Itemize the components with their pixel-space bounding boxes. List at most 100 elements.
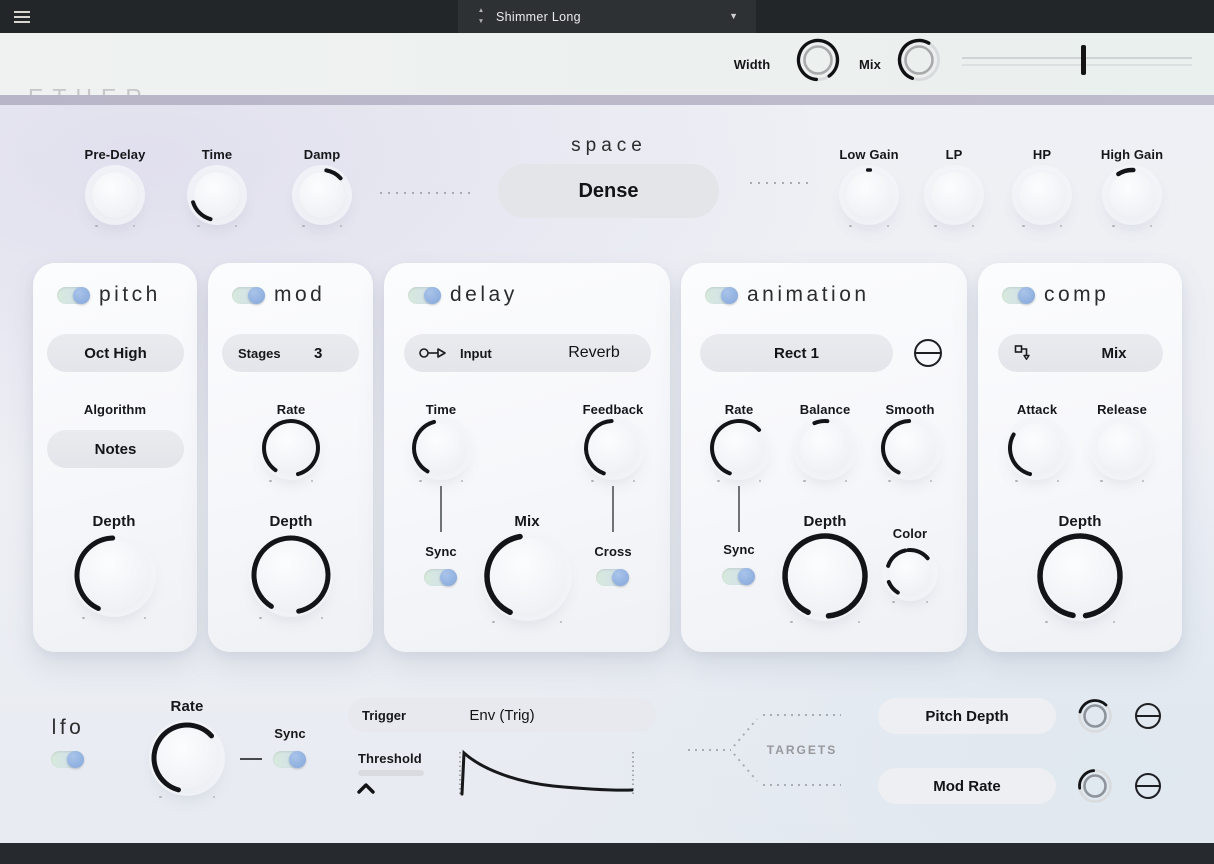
animation-rate-knob[interactable]	[714, 423, 764, 473]
envelope-display	[455, 744, 640, 800]
mod-stages-selector[interactable]: Stages 3	[222, 334, 359, 372]
animation-card-title: animation	[747, 283, 870, 307]
comp-attack-label: Attack	[997, 402, 1077, 417]
reverb-time-knob[interactable]	[194, 172, 240, 218]
pitch-interval-selector[interactable]: Oct High	[47, 334, 184, 372]
rate-sync-dash	[240, 758, 262, 760]
animation-sync-label: Sync	[699, 542, 779, 557]
threshold-slider[interactable]	[358, 770, 424, 776]
lfo-trigger-selector[interactable]: Trigger Env (Trig)	[348, 698, 656, 732]
animation-depth-knob[interactable]	[787, 538, 863, 614]
slider-handle[interactable]	[1081, 45, 1086, 75]
predelay-knob[interactable]	[92, 172, 138, 218]
pitch-depth-knob[interactable]	[79, 540, 149, 610]
mod-card: mod Stages 3 Rate Depth	[208, 263, 373, 652]
delay-input-value: Reverb	[554, 344, 634, 362]
signal-route-icon	[418, 346, 448, 360]
trigger-label: Trigger	[362, 708, 406, 723]
mod-depth-knob[interactable]	[256, 540, 326, 610]
lfo-sync-toggle[interactable]	[273, 751, 306, 768]
low-gain-knob[interactable]	[846, 172, 892, 218]
lfo-target-2-selector[interactable]: Mod Rate	[878, 768, 1056, 804]
delay-card: delay Input Reverb Time Feedback Mix Syn…	[384, 263, 670, 652]
pitch-algorithm-selector[interactable]: Notes	[47, 430, 184, 468]
lfo-rate-label: Rate	[147, 698, 227, 715]
comp-card-title: comp	[1044, 283, 1109, 307]
delay-enable-toggle[interactable]	[408, 287, 441, 304]
time-label: Time	[187, 147, 247, 162]
animation-color-knob[interactable]	[889, 552, 931, 594]
target-2-value: Mod Rate	[933, 778, 1001, 795]
comp-route-icon	[1014, 344, 1032, 362]
preset-prev-next-spinner[interactable]: ▲ ▼	[476, 5, 486, 27]
pitch-depth-label: Depth	[74, 513, 154, 530]
animation-bypass-icon[interactable]	[914, 339, 942, 367]
mod-enable-toggle[interactable]	[232, 287, 265, 304]
animation-depth-label: Depth	[785, 513, 865, 530]
animation-enable-toggle[interactable]	[705, 287, 738, 304]
accent-band	[0, 95, 1214, 105]
threshold-marker-icon[interactable]	[357, 782, 375, 795]
stages-value: 3	[314, 345, 322, 362]
delay-time-label: Time	[401, 402, 481, 417]
pitch-card-title: pitch	[99, 283, 161, 307]
preset-dropdown-icon[interactable]: ▼	[729, 11, 738, 21]
delay-mix-knob[interactable]	[489, 538, 565, 614]
target-1-bypass-icon[interactable]	[1135, 703, 1161, 729]
mix-label: Mix	[853, 57, 887, 72]
delay-time-knob[interactable]	[416, 423, 466, 473]
target-2-amount-knob[interactable]	[1076, 767, 1114, 805]
lfo-enable-toggle[interactable]	[51, 751, 84, 768]
target-1-amount-knob[interactable]	[1076, 697, 1114, 735]
lfo-rate-knob[interactable]	[156, 727, 218, 789]
animation-shape-selector[interactable]: Rect 1	[700, 334, 893, 372]
lp-knob[interactable]	[931, 172, 977, 218]
animation-rate-label: Rate	[699, 402, 779, 417]
width-knob[interactable]	[795, 37, 841, 83]
slider-track-2	[962, 64, 1192, 66]
pitch-enable-toggle[interactable]	[57, 287, 90, 304]
preset-name[interactable]: Shimmer Long	[496, 10, 581, 24]
space-type-selector[interactable]: Dense	[498, 164, 719, 218]
mod-rate-label: Rate	[251, 402, 331, 417]
delay-mix-label: Mix	[487, 513, 567, 530]
comp-mode-value: Mix	[1084, 345, 1144, 362]
hp-knob[interactable]	[1019, 172, 1065, 218]
target-2-bypass-icon[interactable]	[1135, 773, 1161, 799]
animation-smooth-label: Smooth	[870, 402, 950, 417]
comp-enable-toggle[interactable]	[1002, 287, 1035, 304]
lfo-target-1-selector[interactable]: Pitch Depth	[878, 698, 1056, 734]
hamburger-menu-icon[interactable]	[14, 11, 30, 23]
delay-feedback-knob[interactable]	[588, 423, 638, 473]
comp-attack-knob[interactable]	[1012, 423, 1062, 473]
footer-bar	[0, 843, 1214, 864]
preset-up-icon[interactable]: ▲	[476, 5, 486, 16]
high-gain-knob[interactable]	[1109, 172, 1155, 218]
mod-rate-knob[interactable]	[266, 423, 316, 473]
high-gain-label: High Gain	[1087, 147, 1177, 162]
preset-selector[interactable]: ▲ ▼ Shimmer Long ▼	[458, 0, 756, 33]
trigger-value: Env (Trig)	[469, 707, 534, 724]
mix-knob[interactable]	[896, 37, 942, 83]
comp-mode-selector[interactable]: Mix	[998, 334, 1163, 372]
stages-label: Stages	[238, 346, 281, 361]
lfo-sync-label: Sync	[250, 726, 330, 741]
animation-smooth-knob[interactable]	[885, 423, 935, 473]
comp-release-knob[interactable]	[1097, 423, 1147, 473]
output-slider[interactable]	[962, 44, 1192, 76]
animation-sync-toggle[interactable]	[722, 568, 755, 585]
delay-cross-label: Cross	[573, 544, 653, 559]
time-sync-connector	[440, 486, 442, 532]
title-bar: ▲ ▼ Shimmer Long ▼	[0, 0, 1214, 33]
delay-sync-toggle[interactable]	[424, 569, 457, 586]
space-title: space	[549, 135, 669, 157]
damp-knob[interactable]	[299, 172, 345, 218]
delay-cross-toggle[interactable]	[596, 569, 629, 586]
preset-down-icon[interactable]: ▼	[476, 16, 486, 27]
animation-balance-knob[interactable]	[800, 423, 850, 473]
delay-input-selector[interactable]: Input Reverb	[404, 334, 651, 372]
comp-depth-knob[interactable]	[1042, 538, 1118, 614]
predelay-label: Pre-Delay	[75, 147, 155, 162]
delay-input-label: Input	[460, 346, 492, 361]
threshold-label: Threshold	[358, 751, 448, 766]
